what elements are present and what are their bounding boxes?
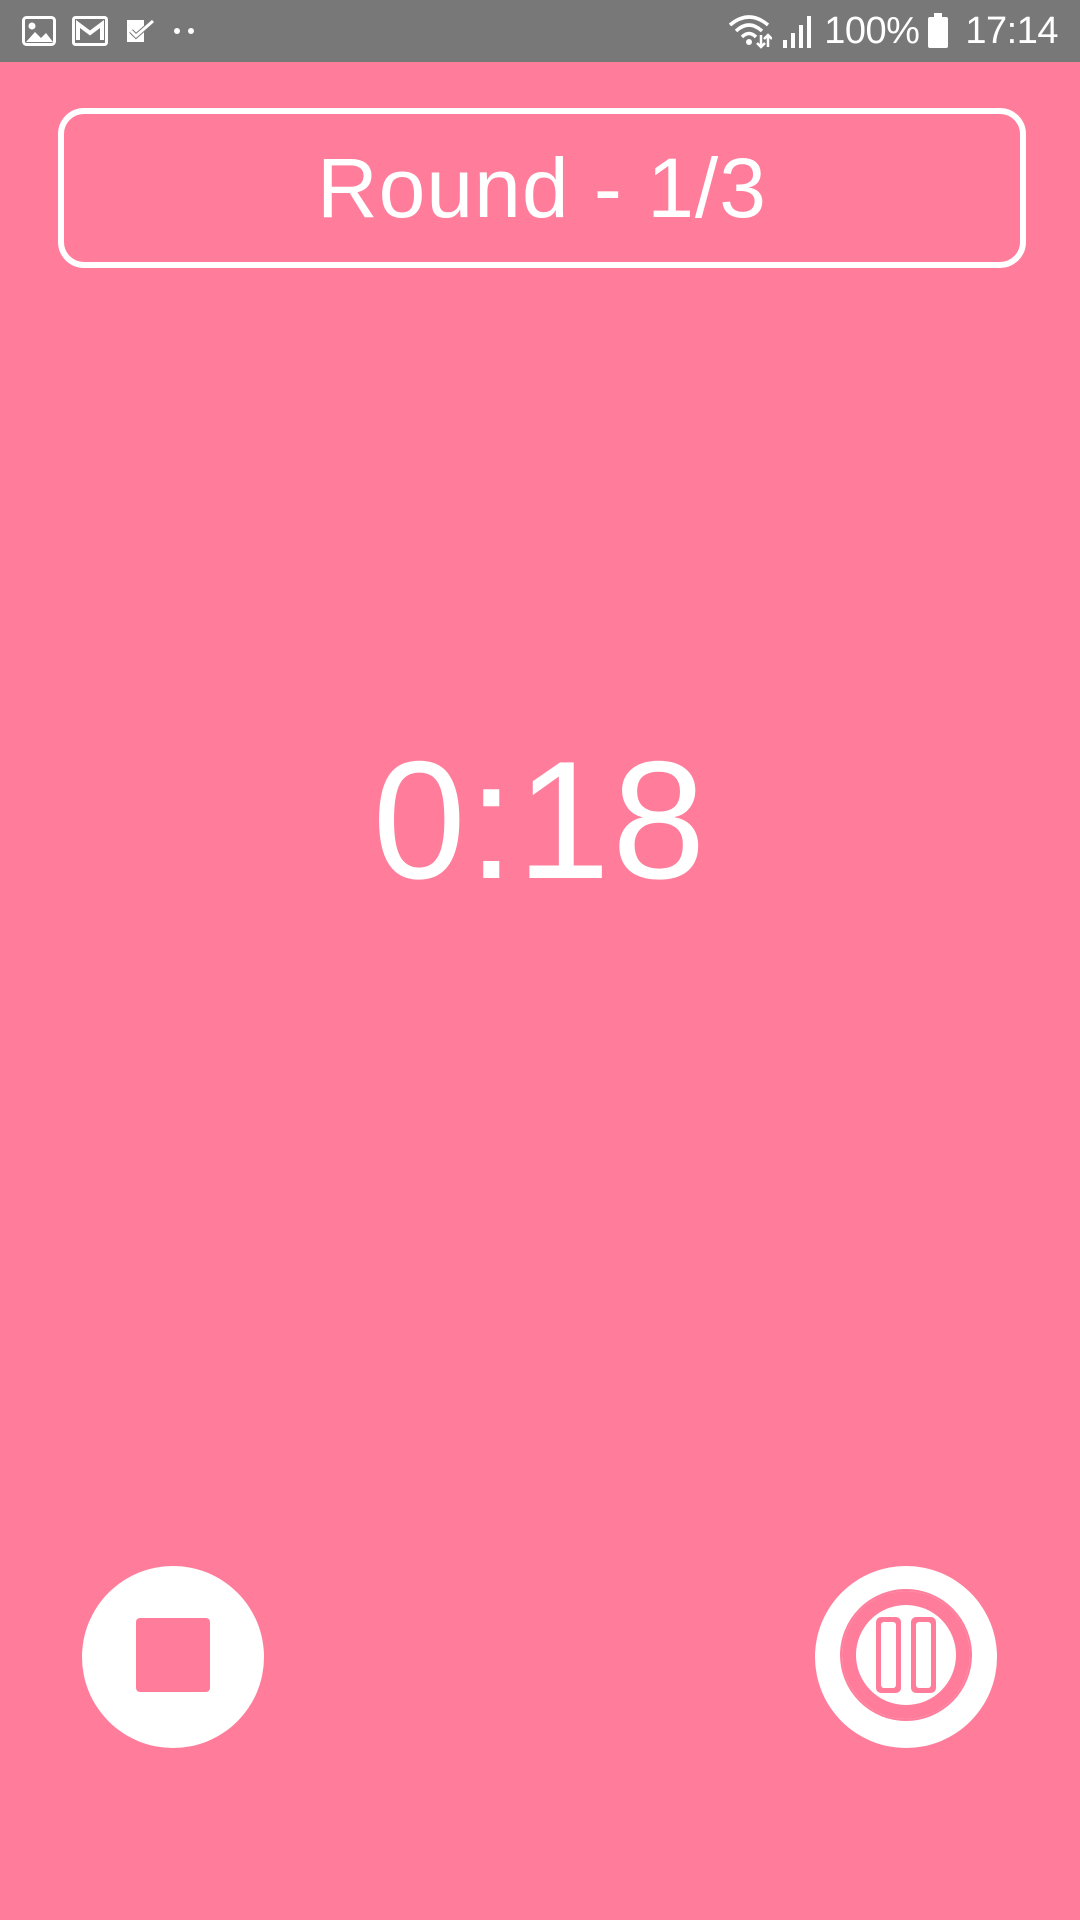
round-indicator: Round - 1/3 [58, 108, 1026, 268]
pause-button[interactable] [815, 1566, 997, 1748]
signal-icon [782, 14, 814, 48]
stop-button[interactable] [82, 1566, 264, 1748]
round-label: Round - 1/3 [317, 140, 767, 235]
countdown-timer: 0:18 [372, 726, 708, 914]
status-bar: 100% 17:14 [0, 0, 1080, 62]
battery-icon [927, 13, 949, 49]
tasks-icon [124, 16, 156, 46]
pause-icon [815, 1564, 997, 1751]
gmail-icon [72, 16, 108, 46]
clock: 17:14 [965, 9, 1058, 52]
system-status: 100% 17:14 [728, 10, 1058, 53]
battery-percentage: 100% [824, 9, 920, 52]
gallery-icon [22, 16, 56, 46]
stop-icon [135, 1617, 211, 1698]
notification-icons [22, 16, 212, 46]
wifi-icon [728, 13, 773, 49]
more-notifications-icon [172, 26, 196, 36]
